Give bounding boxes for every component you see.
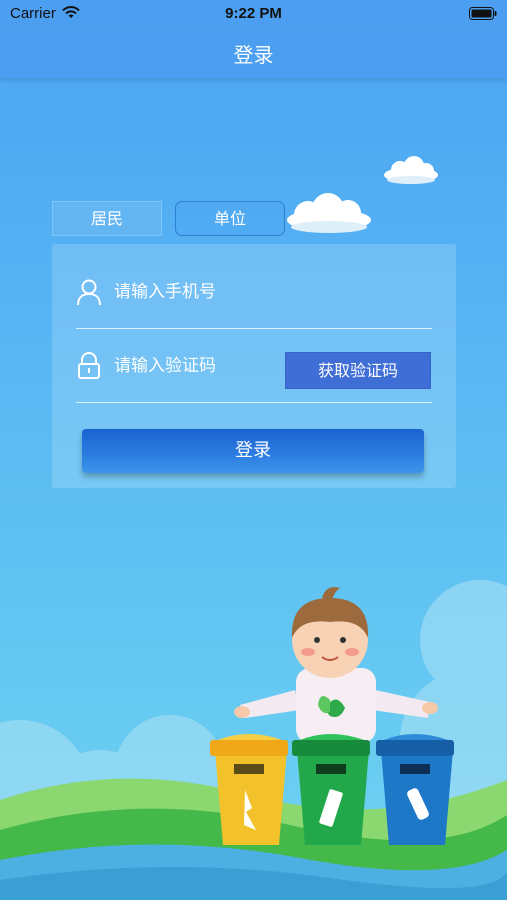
lock-icon — [76, 352, 102, 384]
user-icon — [76, 278, 102, 310]
get-code-button[interactable]: 获取验证码 — [285, 352, 431, 389]
battery-icon — [469, 7, 497, 25]
tab-unit[interactable]: 单位 — [175, 201, 285, 236]
nav-bar: 登录 — [0, 28, 507, 78]
status-bar: Carrier 9:22 PM — [0, 0, 507, 28]
cloud-decoration-large — [287, 193, 371, 233]
login-card: 获取验证码 登录 — [52, 244, 456, 488]
phone-underline — [76, 328, 432, 329]
code-underline — [76, 402, 432, 403]
page-title: 登录 — [233, 43, 274, 67]
tab-resident[interactable]: 居民 — [52, 201, 162, 236]
green-bin — [292, 734, 370, 845]
status-time: 9:22 PM — [225, 5, 282, 22]
login-button[interactable]: 登录 — [82, 429, 424, 473]
phone-field — [76, 272, 432, 312]
blue-bin — [376, 734, 454, 845]
recycling-illustration — [0, 580, 507, 900]
phone-input[interactable] — [114, 272, 334, 312]
yellow-bin — [210, 734, 288, 845]
cloud-decoration-small — [384, 156, 438, 184]
